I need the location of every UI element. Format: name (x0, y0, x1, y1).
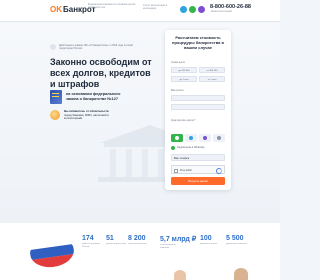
phone-call-button[interactable] (213, 134, 225, 142)
stat-item: 51 регион присутствия (106, 235, 130, 246)
region-label: Ваш регион (171, 90, 184, 92)
benefit-note: Вы избавитесь от обязательств перед банк… (50, 109, 126, 121)
stat-item: 174 офиса в регионах России (82, 235, 106, 249)
viber-icon (203, 136, 207, 140)
phone-icon (217, 136, 221, 140)
compliance-badge: Действуем в рамках ФЗ «О банкротстве» с … (50, 44, 145, 51)
whatsapp-icon[interactable] (189, 6, 196, 13)
captcha-label: Я не робот (180, 169, 193, 172)
debt-option-1[interactable]: до 300 000 (171, 67, 197, 73)
russia-flag-icon (28, 234, 76, 270)
hero-section (0, 23, 280, 223)
stat-caption: довольных клиентов (226, 243, 247, 245)
notify-text: Уведомление в WhatsApp (177, 147, 205, 149)
recaptcha-widget: Я не робот (171, 165, 225, 174)
stat-number: 5,7 млрд ₽ (160, 236, 197, 243)
stat-number: 5 500 (226, 235, 244, 242)
captcha-checkbox[interactable] (174, 168, 178, 173)
submit-button[interactable]: Получить расчёт (171, 177, 225, 185)
stat-caption: офиса в регионах России (82, 243, 101, 248)
stat-item: 100 юристов в штате (200, 235, 224, 246)
law-note: на основании федерального закона о банкр… (50, 90, 126, 104)
benefit-description: перед банками, МФО, налоговой и коллекто… (64, 112, 109, 120)
stat-item: 5,7 млрд ₽ списали долгов клиентов (160, 235, 196, 250)
stat-item: 8 200 списанных долгов (128, 235, 152, 246)
stat-number: 51 (106, 235, 114, 242)
messenger-links (180, 6, 205, 13)
debt-option-4[interactable]: от 1 млн (199, 76, 225, 82)
viber-icon[interactable] (198, 6, 205, 13)
debt-label: Сумма долга (171, 62, 185, 64)
stat-caption: списали долгов клиентов (160, 244, 176, 249)
calculation-form: Рассчитаем стоимость процедуры банкротст… (165, 30, 231, 190)
notify-option[interactable]: Уведомление в WhatsApp (171, 146, 205, 150)
telegram-icon[interactable] (180, 6, 187, 13)
stat-caption: юристов в штате (200, 243, 218, 245)
stat-item: 5 500 довольных клиентов (226, 235, 250, 246)
whatsapp-icon (175, 136, 179, 140)
phone-input[interactable]: Ваш телефон (171, 154, 225, 161)
specialist-photo (234, 268, 248, 280)
telegram-icon (189, 136, 193, 140)
badge-text: Действуем в рамках ФЗ «О банкротстве» с … (59, 44, 133, 51)
whatsapp-button[interactable] (171, 134, 183, 142)
form-title: Рассчитаем стоимость процедуры банкротст… (172, 35, 224, 50)
stat-number: 100 (200, 235, 212, 242)
logo-ok: OK (50, 5, 62, 14)
law-text: на основании федерального закона о банкр… (66, 92, 121, 101)
stat-caption: списанных долгов (128, 243, 147, 245)
specialist-photo (174, 270, 186, 280)
header-note: Статус консультации в мессенджер (143, 5, 168, 10)
recaptcha-icon (216, 167, 222, 174)
whatsapp-icon (171, 146, 175, 150)
debt-option-2[interactable]: от 300 000 (199, 67, 225, 73)
debt-option-3[interactable]: до 1 млн (171, 76, 197, 82)
region-select[interactable] (171, 104, 225, 110)
site-header: OK Банкрот Федеральная компания по списа… (0, 0, 280, 22)
telegram-button[interactable] (185, 134, 197, 142)
stat-number: 174 (82, 235, 94, 242)
stat-number: 8 200 (128, 235, 146, 242)
viber-button[interactable] (199, 134, 211, 142)
page-title: Законно освободим от всех долгов, кредит… (50, 57, 152, 89)
stat-caption: регион присутствия (106, 243, 126, 245)
benefit-text: Вы избавитесь от обязательств перед банк… (64, 109, 126, 121)
region-input[interactable] (171, 95, 225, 101)
law-book-icon (50, 90, 62, 104)
messenger-label: Куда прислать расчёт? (171, 120, 196, 122)
header-phone[interactable]: 8-800-600-26-88 (210, 4, 251, 10)
shield-icon (50, 44, 56, 51)
header-phone-note: Звонок бесплатный (211, 11, 232, 13)
header-description: Федеральная компания по списанию долгов … (88, 4, 136, 9)
coin-icon (50, 110, 60, 121)
